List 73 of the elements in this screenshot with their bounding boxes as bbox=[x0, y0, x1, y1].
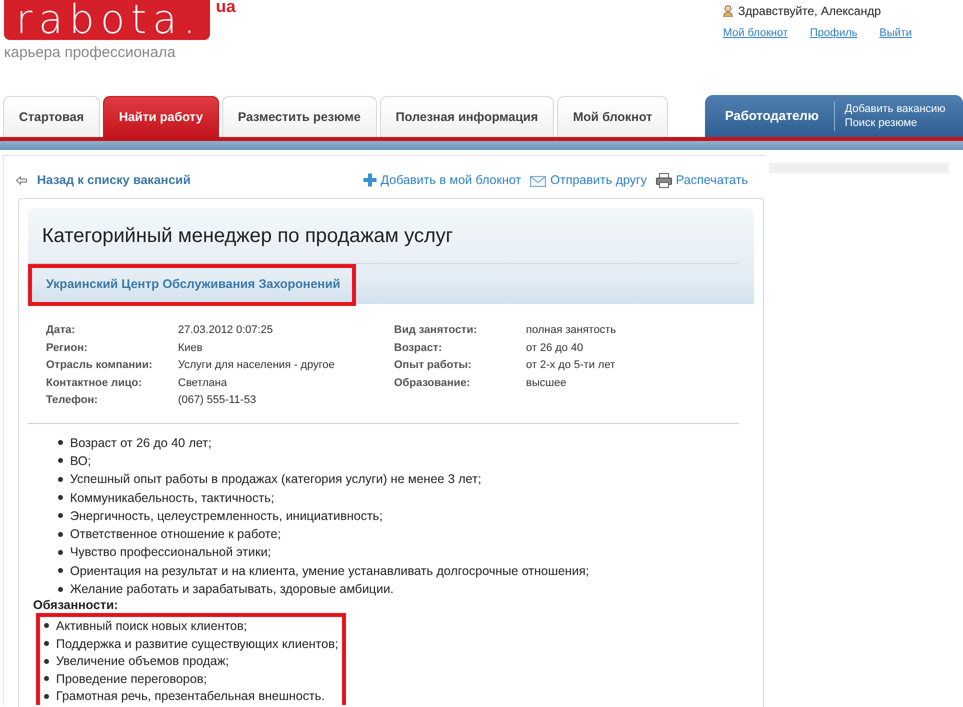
list-item-text: Активный поиск новых клиентов; bbox=[56, 618, 248, 633]
user-link[interactable]: Мой блокнот bbox=[723, 27, 788, 39]
nav-tab[interactable]: Найти работу bbox=[102, 96, 219, 137]
bullet-icon bbox=[58, 568, 63, 574]
list-item-text: Успешный опыт работы в продажах (категория услуги) не менее 3 лет; bbox=[70, 472, 482, 486]
list-item-text: Возраст от 26 до 40 лет; bbox=[70, 436, 212, 450]
company-link[interactable]: Украинский Центр Обслуживания Захоронений bbox=[28, 264, 356, 306]
list-item-text: Ориентация на результат и на клиента, умение устанавливать долгосрочные отношения; bbox=[70, 564, 590, 578]
list-item-text: Желание работать и зарабатывать, здоровые амбиции. bbox=[70, 582, 394, 596]
bullet-icon bbox=[44, 658, 49, 664]
detail-label: Телефон: bbox=[46, 393, 99, 408]
list-item-text: Чувство профессиональной этики; bbox=[70, 545, 272, 560]
detail-label: Опыт работы: bbox=[394, 358, 473, 373]
detail-label: Вид занятости: bbox=[394, 323, 478, 338]
duties-heading: Обязанности: bbox=[33, 598, 120, 614]
logo-domain: ua bbox=[216, 0, 236, 17]
logo-tagline: карьера профессионала bbox=[4, 44, 177, 61]
employer-link[interactable]: Работодателю bbox=[705, 101, 835, 131]
detail-value: от 2-х до 5-ти лет bbox=[526, 358, 616, 373]
bullet-icon bbox=[44, 676, 49, 682]
detail-value: (067) 555-11-53 bbox=[178, 393, 258, 408]
bullet-icon bbox=[44, 641, 49, 646]
back-arrow-icon bbox=[16, 176, 27, 184]
user-icon bbox=[723, 5, 733, 17]
detail-value: Киев bbox=[178, 340, 204, 356]
back-link[interactable]: Назад к списку вакансий bbox=[16, 173, 191, 187]
detail-label: Возраст: bbox=[394, 340, 443, 356]
nav-tab[interactable]: Разместить резюме bbox=[222, 96, 377, 137]
bullet-icon bbox=[58, 550, 63, 555]
bullet-icon bbox=[58, 513, 63, 518]
action-link[interactable]: Добавить в мой блокнот bbox=[362, 172, 522, 188]
action-link[interactable]: Распечатать bbox=[656, 172, 748, 188]
detail-value: 27.03.2012 0:07:25 bbox=[178, 323, 274, 338]
detail-value: от 26 до 40 bbox=[526, 340, 584, 356]
bullet-icon bbox=[58, 586, 63, 592]
employer-sublink[interactable]: Добавить вакансию bbox=[844, 102, 946, 116]
printer-icon bbox=[656, 172, 672, 188]
user-link[interactable]: Выйти bbox=[879, 27, 912, 39]
nav-tab[interactable]: Мой блокнот bbox=[557, 96, 668, 137]
list-item-text: Грамотная речь, презентабельная внешность. bbox=[56, 689, 325, 704]
list-item-text: Коммуникабельность, тактичность; bbox=[70, 490, 274, 505]
bullet-icon bbox=[58, 495, 63, 500]
detail-value: Светлана bbox=[178, 376, 228, 390]
employer-sublink[interactable]: Поиск резюме bbox=[844, 116, 946, 130]
bullet-icon bbox=[58, 476, 63, 482]
nav-tab[interactable]: Стартовая bbox=[3, 96, 100, 137]
detail-value: Услуги для населения - другое bbox=[178, 358, 336, 373]
logo-wordmark[interactable]: rabota. bbox=[4, 0, 210, 40]
bullet-icon bbox=[44, 694, 49, 699]
bullet-icon bbox=[58, 440, 63, 446]
detail-label: Контактное лицо: bbox=[46, 376, 143, 390]
action-link[interactable]: Отправить другу bbox=[530, 172, 647, 188]
detail-label: Дата: bbox=[46, 323, 76, 338]
list-item-text: ВО; bbox=[70, 454, 92, 468]
nav-tab[interactable]: Полезная информация bbox=[380, 96, 554, 137]
list-item-text: Энергичность, целеустремленность, инициативность; bbox=[70, 508, 383, 523]
list-item-text: Проведение переговоров; bbox=[56, 672, 207, 686]
bullet-icon bbox=[58, 532, 63, 537]
detail-value: полная занятость bbox=[526, 323, 616, 338]
detail-label: Регион: bbox=[46, 340, 89, 356]
vacancy-title: Категорийный менеджер по продажам услуг bbox=[28, 208, 739, 264]
detail-label: Отрасль компании: bbox=[46, 358, 154, 373]
plus-icon bbox=[362, 173, 377, 187]
list-item-text: Увеличение объемов продаж; bbox=[56, 654, 229, 668]
detail-label: Образование: bbox=[394, 376, 472, 390]
envelope-icon bbox=[530, 174, 546, 186]
list-item-text: Ответственное отношение к работе; bbox=[70, 527, 281, 542]
list-item-text: Поддержка и развитие существующих клиентов; bbox=[56, 636, 338, 651]
greeting-text: Здравствуйте, Александр bbox=[738, 4, 881, 18]
user-link[interactable]: Профиль bbox=[810, 27, 858, 39]
detail-value: высшее bbox=[526, 376, 568, 390]
bullet-icon bbox=[58, 458, 63, 464]
bullet-icon bbox=[44, 623, 49, 628]
